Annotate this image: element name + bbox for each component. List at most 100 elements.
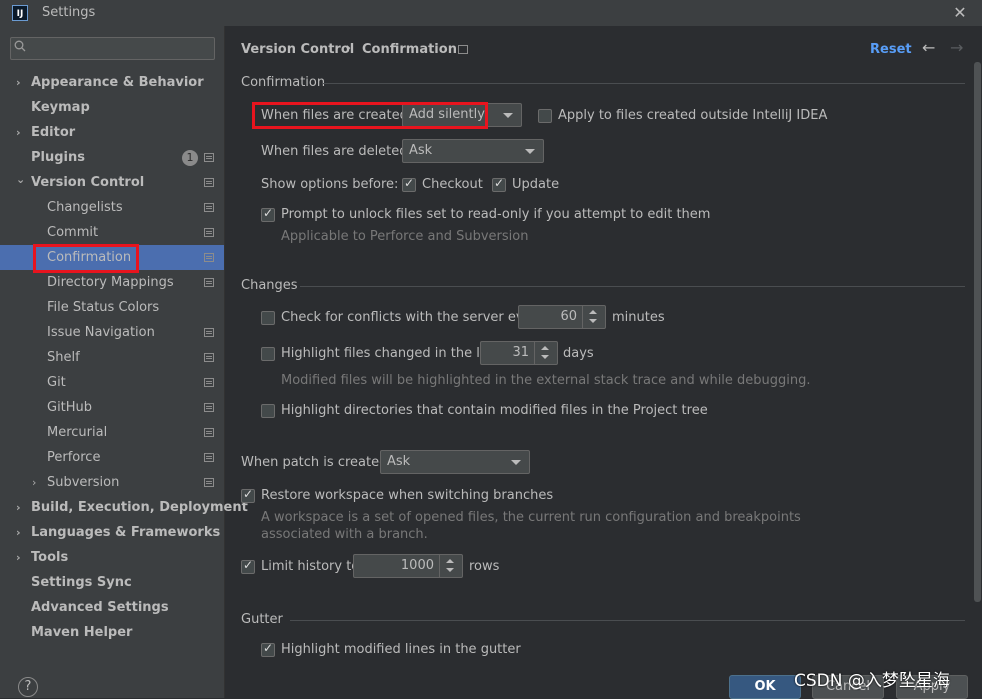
help-button[interactable]: ?	[18, 677, 38, 697]
sidebar-item-mercurial[interactable]: Mercurial	[0, 420, 224, 445]
section-gutter-title: Gutter	[241, 612, 283, 627]
sidebar-item-subversion[interactable]: › Subversion	[0, 470, 224, 495]
sidebar-item-changelists[interactable]: Changelists	[0, 195, 224, 220]
prompt-unlock-label: Prompt to unlock files set to read-only …	[281, 207, 711, 222]
dropdown-value: Ask	[409, 143, 433, 158]
sidebar-item-issue-navigation[interactable]: Issue Navigation	[0, 320, 224, 345]
highlight-gutter-checkbox[interactable]	[261, 641, 275, 657]
chevron-right-icon: ›	[16, 126, 21, 139]
back-arrow-icon[interactable]: ←	[922, 38, 935, 57]
sidebar-item-label: Tools	[31, 550, 69, 565]
window-title: Settings	[42, 5, 96, 20]
sidebar-item-appearance[interactable]: › Appearance & Behavior	[0, 70, 224, 95]
sidebar-item-label: Keymap	[31, 100, 90, 115]
project-level-icon	[204, 228, 214, 237]
spinner-down-icon	[446, 568, 454, 572]
files-deleted-label: When files are deleted:	[261, 144, 412, 159]
sidebar-item-label: Git	[47, 375, 66, 390]
spinner-arrows[interactable]	[582, 306, 605, 328]
sidebar-item-git[interactable]: Git	[0, 370, 224, 395]
update-label: Update	[512, 177, 560, 192]
sidebar-item-languages[interactable]: › Languages & Frameworks	[0, 520, 224, 545]
chevron-right-icon: ›	[32, 476, 37, 489]
spinner-value: 31	[512, 345, 529, 360]
limit-history-checkbox[interactable]	[241, 558, 255, 574]
prompt-unlock-checkbox[interactable]	[261, 206, 275, 222]
restore-workspace-hint-line2: associated with a branch.	[261, 527, 428, 542]
highlight-changed-hint: Modified files will be highlighted in th…	[281, 373, 811, 388]
sidebar-item-label: Changelists	[47, 200, 123, 215]
sidebar-item-label: Editor	[31, 125, 76, 140]
reset-link[interactable]: Reset	[870, 42, 912, 57]
sidebar-item-build[interactable]: › Build, Execution, Deployment	[0, 495, 248, 520]
sidebar-item-perforce[interactable]: Perforce	[0, 445, 224, 470]
patch-created-dropdown[interactable]: Ask	[380, 450, 530, 474]
chevron-right-icon: ›	[16, 526, 21, 539]
sidebar-item-shelf[interactable]: Shelf	[0, 345, 224, 370]
breadcrumb-version-control[interactable]: Version Control	[241, 42, 354, 57]
search-input[interactable]	[10, 37, 215, 60]
highlight-days-spinner[interactable]: 31	[480, 341, 558, 365]
section-separator	[322, 83, 965, 84]
spinner-arrows[interactable]	[534, 342, 557, 364]
project-level-icon	[204, 378, 214, 387]
sidebar-item-label: Plugins	[31, 150, 85, 165]
show-options-label: Show options before:	[261, 177, 399, 192]
sidebar-item-settings-sync[interactable]: Settings Sync	[0, 570, 224, 595]
sidebar-item-tools[interactable]: › Tools	[0, 545, 224, 570]
sidebar-item-keymap[interactable]: Keymap	[0, 95, 224, 120]
spinner-down-icon	[541, 355, 549, 359]
update-checkbox[interactable]	[492, 176, 506, 192]
section-separator	[290, 620, 965, 621]
highlight-directories-checkbox[interactable]	[261, 404, 275, 418]
close-icon[interactable]: ✕	[950, 3, 970, 23]
section-changes-title: Changes	[241, 278, 298, 293]
search-icon	[14, 40, 26, 52]
project-level-icon	[204, 428, 214, 437]
sidebar-item-label: Version Control	[31, 175, 145, 190]
project-level-icon	[204, 153, 214, 162]
section-confirmation-title: Confirmation	[241, 75, 326, 90]
spinner-arrows[interactable]	[439, 555, 462, 577]
project-level-icon	[204, 453, 214, 462]
project-level-icon	[204, 403, 214, 412]
sidebar-item-github[interactable]: GitHub	[0, 395, 224, 420]
prompt-unlock-hint: Applicable to Perforce and Subversion	[281, 229, 529, 244]
csdn-watermark: CSDN @入梦坠星海	[794, 671, 950, 691]
highlight-directories-label: Highlight directories that contain modif…	[281, 403, 708, 418]
highlight-box-confirmation	[33, 244, 139, 273]
highlight-changed-checkbox[interactable]	[261, 347, 275, 361]
files-deleted-dropdown[interactable]: Ask	[402, 139, 544, 163]
ok-button[interactable]: OK	[729, 675, 801, 699]
sidebar-item-label: Directory Mappings	[47, 275, 174, 290]
sidebar-item-version-control[interactable]: ⌄ Version Control	[0, 170, 224, 195]
history-limit-spinner[interactable]: 1000	[353, 554, 463, 578]
sidebar-item-label: Perforce	[47, 450, 101, 465]
conflicts-interval-spinner[interactable]: 60	[518, 305, 606, 329]
sidebar-item-directory-mappings[interactable]: Directory Mappings	[0, 270, 224, 295]
forward-arrow-icon[interactable]: →	[950, 38, 963, 57]
spinner-up-icon	[541, 346, 549, 350]
apply-outside-checkbox[interactable]	[538, 109, 552, 123]
sidebar-item-label: Advanced Settings	[31, 600, 169, 615]
project-level-icon	[204, 478, 214, 487]
days-label: days	[563, 346, 594, 361]
sidebar-item-editor[interactable]: › Editor	[0, 120, 224, 145]
sidebar-item-maven-helper[interactable]: Maven Helper	[0, 620, 224, 645]
restore-workspace-checkbox[interactable]	[241, 487, 255, 503]
spinner-up-icon	[589, 310, 597, 314]
check-conflicts-label: Check for conflicts with the server ever…	[281, 310, 545, 325]
sidebar-divider	[224, 26, 225, 698]
sidebar-item-commit[interactable]: Commit	[0, 220, 224, 245]
limit-history-label: Limit history to	[261, 559, 360, 574]
sidebar-item-label: Languages & Frameworks	[31, 525, 221, 540]
intellij-logo-icon: IJ	[12, 5, 28, 21]
checkout-checkbox[interactable]	[402, 176, 416, 192]
vertical-scrollbar[interactable]	[974, 62, 981, 602]
sidebar-item-advanced-settings[interactable]: Advanced Settings	[0, 595, 224, 620]
restore-workspace-hint-line1: A workspace is a set of opened files, th…	[261, 510, 801, 525]
sidebar-item-label: Mercurial	[47, 425, 108, 440]
sidebar-item-file-status-colors[interactable]: File Status Colors	[0, 295, 224, 320]
chevron-right-icon: ›	[16, 501, 21, 514]
check-conflicts-checkbox[interactable]	[261, 311, 275, 325]
